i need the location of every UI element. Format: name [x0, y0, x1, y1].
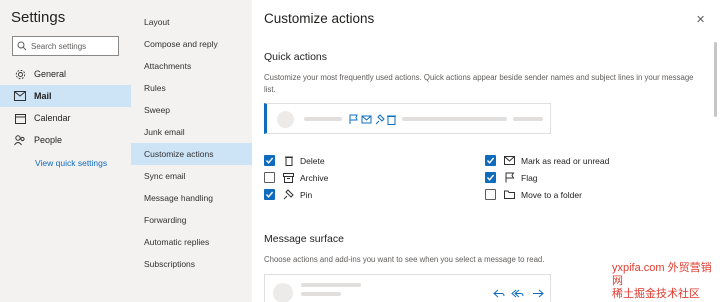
- trash-icon: [283, 155, 294, 166]
- placeholder-bar: [402, 117, 507, 121]
- subnav-item-subscriptions[interactable]: Subscriptions: [131, 253, 252, 275]
- customize-actions-panel: Customize actions ✕ Quick actions Custom…: [252, 0, 720, 302]
- placeholder-bar: [301, 283, 361, 287]
- subnav-item-sweep[interactable]: Sweep: [131, 99, 252, 121]
- watermark: yxpifa.com 外贸营销网 稀土掘金技术社区: [612, 262, 720, 301]
- quick-actions-preview: [264, 103, 551, 134]
- message-surface-heading: Message surface: [264, 233, 344, 245]
- checkbox-checked[interactable]: [264, 155, 275, 166]
- view-quick-settings-link[interactable]: View quick settings: [35, 158, 107, 168]
- avatar: [273, 283, 293, 302]
- search-icon: [17, 41, 27, 51]
- people-icon: [14, 134, 26, 146]
- nav-item-label: General: [34, 69, 67, 79]
- flag-icon: [504, 172, 515, 183]
- mail-icon: [14, 90, 26, 102]
- avatar: [277, 111, 294, 128]
- subnav-item-message-handling[interactable]: Message handling: [131, 187, 252, 209]
- checkbox-unchecked[interactable]: [485, 189, 496, 200]
- placeholder-bar: [513, 117, 543, 121]
- checkbox-mark-read-unread[interactable]: Mark as read or unread: [485, 155, 609, 166]
- subnav-item-sync-email[interactable]: Sync email: [131, 165, 252, 187]
- message-surface-preview: [264, 274, 551, 302]
- calendar-icon: [14, 112, 26, 124]
- placeholder-bar: [304, 117, 342, 121]
- quick-action-icons: [349, 114, 396, 125]
- close-icon[interactable]: ✕: [696, 13, 705, 26]
- archive-icon: [283, 172, 294, 183]
- checkbox-label: Delete: [300, 155, 325, 166]
- subnav-item-attachments[interactable]: Attachments: [131, 55, 252, 77]
- nav-item-calendar[interactable]: Calendar: [0, 107, 131, 129]
- checkbox-move-to-folder[interactable]: Move to a folder: [485, 189, 582, 200]
- checkbox-archive[interactable]: Archive: [264, 172, 328, 183]
- gear-icon: [14, 68, 26, 80]
- checkbox-label: Mark as read or unread: [521, 155, 610, 166]
- checkbox-label: Move to a folder: [521, 189, 582, 200]
- subnav-item-customize-actions[interactable]: Customize actions: [131, 143, 252, 165]
- placeholder-bar: [301, 292, 341, 296]
- checkbox-delete[interactable]: Delete: [264, 155, 325, 166]
- checkbox-flag[interactable]: Flag: [485, 172, 538, 183]
- nav-item-label: Mail: [34, 91, 52, 101]
- checkbox-label: Flag: [521, 172, 538, 183]
- subnav-item-automatic-replies[interactable]: Automatic replies: [131, 231, 252, 253]
- nav-item-general[interactable]: General: [0, 63, 131, 85]
- checkbox-checked[interactable]: [485, 172, 496, 183]
- nav-item-label: People: [34, 135, 63, 145]
- subnav-item-layout[interactable]: Layout: [131, 11, 252, 33]
- checkbox-checked[interactable]: [264, 189, 275, 200]
- checkbox-checked[interactable]: [485, 155, 496, 166]
- nav-item-mail[interactable]: Mail: [0, 85, 131, 107]
- checkbox-label: Pin: [300, 189, 313, 200]
- reply-actions-icons: [493, 289, 544, 298]
- checkbox-label: Archive: [300, 172, 329, 183]
- quick-actions-description: Customize your most frequently used acti…: [264, 73, 694, 94]
- watermark-line-1: yxpifa.com 外贸营销网: [612, 262, 712, 287]
- subnav-item-junk-email[interactable]: Junk email: [131, 121, 252, 143]
- mail-subnav: Layout Compose and reply Attachments Rul…: [131, 0, 252, 302]
- quick-actions-heading: Quick actions: [264, 51, 328, 63]
- settings-nav: Settings Search settings General Mail Ca…: [0, 0, 131, 302]
- settings-title: Settings: [11, 9, 66, 26]
- page-title: Customize actions: [264, 11, 375, 26]
- watermark-line-2: 稀土掘金技术社区: [612, 288, 700, 300]
- checkbox-pin[interactable]: Pin: [264, 189, 312, 200]
- subnav-item-compose-and-reply[interactable]: Compose and reply: [131, 33, 252, 55]
- search-input[interactable]: Search settings: [12, 36, 119, 56]
- nav-item-people[interactable]: People: [0, 129, 131, 151]
- subnav-item-forwarding[interactable]: Forwarding: [131, 209, 252, 231]
- envelope-icon: [504, 155, 515, 166]
- checkbox-unchecked[interactable]: [264, 172, 275, 183]
- subnav-item-rules[interactable]: Rules: [131, 77, 252, 99]
- search-placeholder: Search settings: [31, 41, 87, 51]
- nav-item-label: Calendar: [34, 113, 71, 123]
- folder-icon: [504, 189, 515, 200]
- pin-icon: [283, 189, 294, 200]
- scrollbar[interactable]: [714, 42, 717, 117]
